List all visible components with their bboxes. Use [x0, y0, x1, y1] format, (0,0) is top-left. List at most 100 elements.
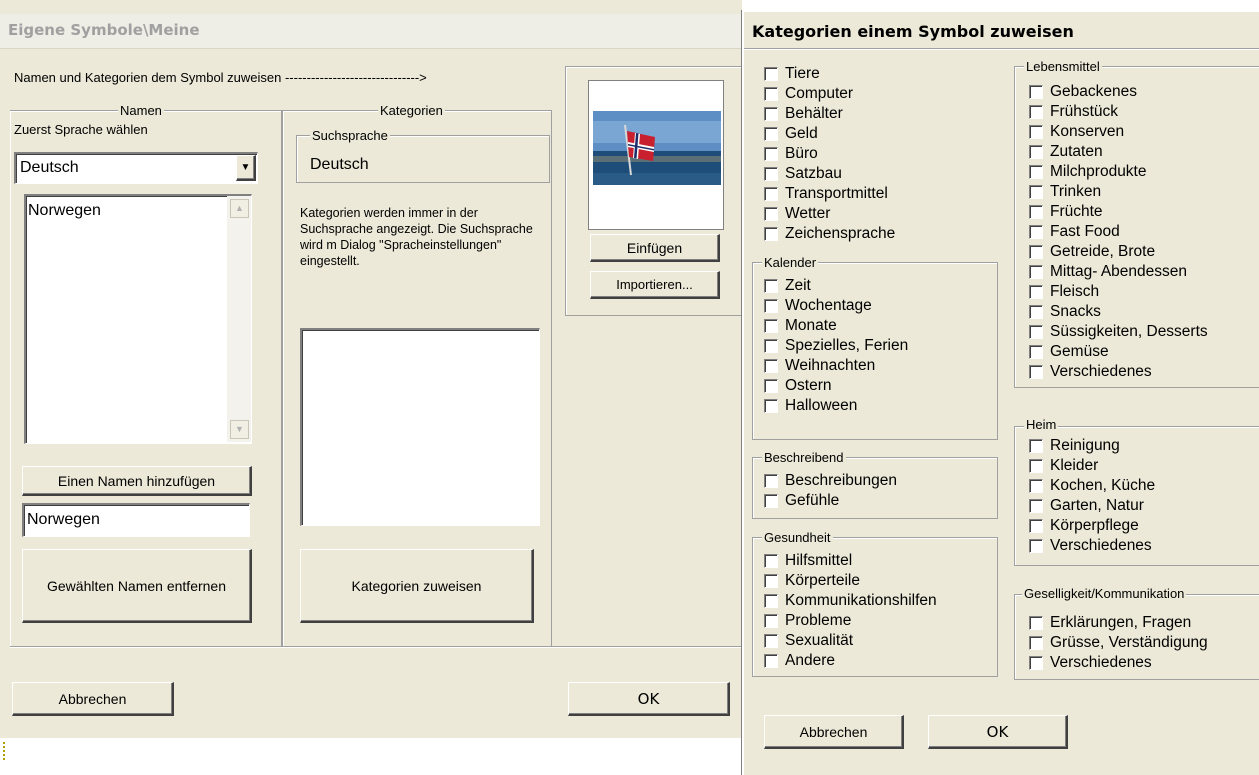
- category-checkbox-row[interactable]: Ostern: [764, 376, 908, 396]
- checkbox[interactable]: [1029, 325, 1043, 339]
- checkbox[interactable]: [1029, 285, 1043, 299]
- checkbox[interactable]: [764, 319, 778, 333]
- checkbox[interactable]: [1029, 616, 1043, 630]
- checkbox[interactable]: [1029, 519, 1043, 533]
- category-checkbox-row[interactable]: Reinigung: [1029, 436, 1155, 456]
- category-checkbox-row[interactable]: Fleisch: [1029, 282, 1208, 302]
- scrollbar[interactable]: ▲ ▼: [227, 196, 251, 442]
- checkbox[interactable]: [1029, 205, 1043, 219]
- checkbox[interactable]: [764, 654, 778, 668]
- category-checkbox-row[interactable]: Gemüse: [1029, 342, 1208, 362]
- category-checkbox-row[interactable]: Milchprodukte: [1029, 162, 1208, 182]
- categories-list[interactable]: [300, 328, 540, 526]
- checkbox[interactable]: [1029, 345, 1043, 359]
- category-checkbox-row[interactable]: Beschreibungen: [764, 471, 897, 491]
- category-checkbox-row[interactable]: Früchte: [1029, 202, 1208, 222]
- category-checkbox-row[interactable]: Geld: [764, 124, 895, 144]
- checkbox[interactable]: [1029, 636, 1043, 650]
- category-checkbox-row[interactable]: Verschiedenes: [1029, 362, 1208, 382]
- checkbox[interactable]: [764, 554, 778, 568]
- category-checkbox-row[interactable]: Kochen, Küche: [1029, 476, 1155, 496]
- ok-button[interactable]: OK: [568, 682, 730, 716]
- category-checkbox-row[interactable]: Fast Food: [1029, 222, 1208, 242]
- checkbox[interactable]: [764, 574, 778, 588]
- checkbox[interactable]: [1029, 305, 1043, 319]
- category-checkbox-row[interactable]: Wetter: [764, 204, 895, 224]
- category-checkbox-row[interactable]: Zutaten: [1029, 142, 1208, 162]
- checkbox[interactable]: [764, 227, 778, 241]
- checkbox[interactable]: [764, 634, 778, 648]
- checkbox[interactable]: [1029, 365, 1043, 379]
- category-checkbox-row[interactable]: Verschiedenes: [1029, 536, 1155, 556]
- checkbox[interactable]: [1029, 245, 1043, 259]
- checkbox[interactable]: [1029, 125, 1043, 139]
- checkbox[interactable]: [1029, 459, 1043, 473]
- checkbox[interactable]: [764, 127, 778, 141]
- assign-categories-button[interactable]: Kategorien zuweisen: [300, 549, 534, 623]
- checkbox[interactable]: [764, 147, 778, 161]
- category-checkbox-row[interactable]: Kommunikationshilfen: [764, 591, 937, 611]
- category-checkbox-row[interactable]: Büro: [764, 144, 895, 164]
- category-checkbox-row[interactable]: Probleme: [764, 611, 937, 631]
- checkbox[interactable]: [764, 87, 778, 101]
- checkbox[interactable]: [764, 379, 778, 393]
- checkbox[interactable]: [764, 474, 778, 488]
- category-checkbox-row[interactable]: Kleider: [1029, 456, 1155, 476]
- category-checkbox-row[interactable]: Körperpflege: [1029, 516, 1155, 536]
- category-checkbox-row[interactable]: Transportmittel: [764, 184, 895, 204]
- category-checkbox-row[interactable]: Satzbau: [764, 164, 895, 184]
- category-checkbox-row[interactable]: Halloween: [764, 396, 908, 416]
- name-input[interactable]: Norwegen: [22, 503, 250, 537]
- main-title-bar[interactable]: Eigene Symbole\Meine: [0, 14, 742, 49]
- checkbox[interactable]: [1029, 185, 1043, 199]
- dropdown-button[interactable]: ▼: [236, 155, 256, 181]
- checkbox[interactable]: [1029, 656, 1043, 670]
- checkbox[interactable]: [1029, 499, 1043, 513]
- category-checkbox-row[interactable]: Computer: [764, 84, 895, 104]
- checkbox[interactable]: [764, 359, 778, 373]
- import-button[interactable]: Importieren...: [590, 271, 720, 299]
- checkbox[interactable]: [764, 339, 778, 353]
- category-checkbox-row[interactable]: Andere: [764, 651, 937, 671]
- insert-button[interactable]: Einfügen: [590, 234, 720, 262]
- add-name-button[interactable]: Einen Namen hinzufügen: [22, 466, 252, 496]
- category-checkbox-row[interactable]: Sexualität: [764, 631, 937, 651]
- checkbox[interactable]: [1029, 439, 1043, 453]
- checkbox[interactable]: [764, 594, 778, 608]
- category-checkbox-row[interactable]: Verschiedenes: [1029, 653, 1208, 673]
- checkbox[interactable]: [764, 399, 778, 413]
- checkbox[interactable]: [1029, 145, 1043, 159]
- category-checkbox-row[interactable]: Getreide, Brote: [1029, 242, 1208, 262]
- checkbox[interactable]: [764, 167, 778, 181]
- category-checkbox-row[interactable]: Mittag- Abendessen: [1029, 262, 1208, 282]
- category-checkbox-row[interactable]: Tiere: [764, 64, 895, 84]
- scroll-up-button[interactable]: ▲: [230, 199, 249, 218]
- checkbox[interactable]: [1029, 85, 1043, 99]
- remove-name-button[interactable]: Gewählten Namen entfernen: [22, 549, 252, 623]
- checkbox[interactable]: [1029, 539, 1043, 553]
- category-ok-button[interactable]: OK: [928, 715, 1068, 749]
- category-checkbox-row[interactable]: Spezielles, Ferien: [764, 336, 908, 356]
- category-checkbox-row[interactable]: Wochentage: [764, 296, 908, 316]
- category-checkbox-row[interactable]: Weihnachten: [764, 356, 908, 376]
- category-checkbox-row[interactable]: Grüsse, Verständigung: [1029, 633, 1208, 653]
- category-checkbox-row[interactable]: Körperteile: [764, 571, 937, 591]
- checkbox[interactable]: [1029, 479, 1043, 493]
- category-checkbox-row[interactable]: Monate: [764, 316, 908, 336]
- checkbox[interactable]: [1029, 105, 1043, 119]
- checkbox[interactable]: [1029, 165, 1043, 179]
- category-checkbox-row[interactable]: Gebackenes: [1029, 82, 1208, 102]
- scroll-down-button[interactable]: ▼: [230, 420, 249, 439]
- checkbox[interactable]: [1029, 225, 1043, 239]
- category-checkbox-row[interactable]: Snacks: [1029, 302, 1208, 322]
- category-checkbox-row[interactable]: Zeichensprache: [764, 224, 895, 244]
- category-checkbox-row[interactable]: Behälter: [764, 104, 895, 124]
- category-checkbox-row[interactable]: Süssigkeiten, Desserts: [1029, 322, 1208, 342]
- list-item[interactable]: Norwegen: [28, 202, 101, 220]
- category-cancel-button[interactable]: Abbrechen: [764, 715, 904, 749]
- category-checkbox-row[interactable]: Zeit: [764, 276, 908, 296]
- checkbox[interactable]: [764, 279, 778, 293]
- category-checkbox-row[interactable]: Trinken: [1029, 182, 1208, 202]
- checkbox[interactable]: [764, 299, 778, 313]
- category-checkbox-row[interactable]: Erklärungen, Fragen: [1029, 613, 1208, 633]
